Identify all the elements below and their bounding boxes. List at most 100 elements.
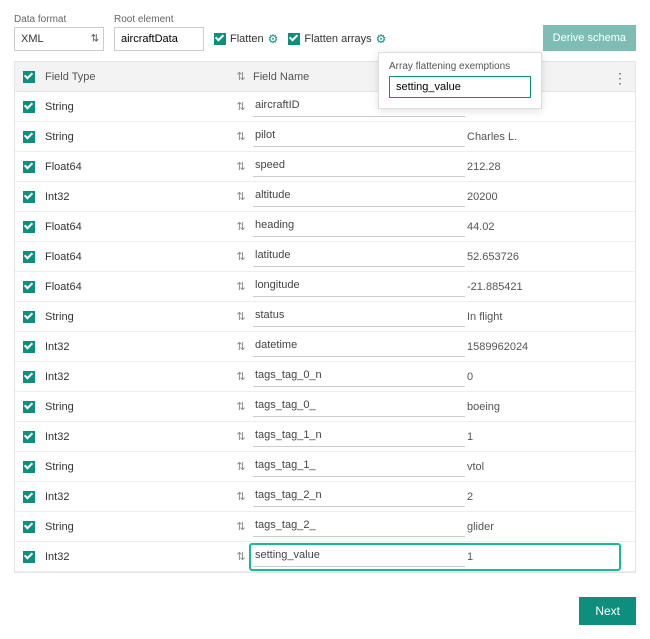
- row-field-name[interactable]: tags_tag_2_: [253, 517, 465, 537]
- row-field-name[interactable]: speed: [253, 157, 465, 177]
- flatten-arrays-label: Flatten arrays: [304, 33, 371, 45]
- row-field-name[interactable]: datetime: [253, 337, 465, 357]
- root-element-label: Root element: [114, 14, 204, 25]
- kebab-menu-icon[interactable]: ⋮: [613, 70, 627, 87]
- sort-handle-icon[interactable]: ⇅: [235, 400, 247, 413]
- select-all-checkbox[interactable]: [23, 71, 35, 83]
- sort-handle-icon[interactable]: ⇅: [235, 520, 247, 533]
- row-field-name[interactable]: altitude: [253, 187, 465, 207]
- sort-handle-icon[interactable]: ⇅: [235, 430, 247, 443]
- table-row: Float64⇅ latitude52.653726: [15, 242, 635, 272]
- row-value: 2: [465, 491, 473, 503]
- row-checkbox[interactable]: [23, 101, 35, 113]
- sort-handle-icon[interactable]: ⇅: [235, 130, 247, 143]
- sort-handle-icon[interactable]: ⇅: [235, 370, 247, 383]
- row-value: 44.02: [465, 221, 495, 233]
- root-element-input[interactable]: [114, 27, 204, 51]
- row-checkbox[interactable]: [23, 491, 35, 503]
- row-field-type[interactable]: Int32: [45, 341, 235, 353]
- row-field-name[interactable]: latitude: [253, 247, 465, 267]
- data-format-label: Data format: [14, 14, 104, 25]
- row-checkbox[interactable]: [23, 311, 35, 323]
- row-field-type[interactable]: Int32: [45, 551, 235, 563]
- table-row: String⇅aircraftID: [15, 92, 635, 122]
- row-checkbox[interactable]: [23, 251, 35, 263]
- next-button[interactable]: Next: [579, 597, 636, 625]
- row-checkbox[interactable]: [23, 341, 35, 353]
- row-field-type[interactable]: Float64: [45, 161, 235, 173]
- data-format-select[interactable]: XML ⇅: [14, 27, 104, 51]
- flatten-arrays-checkbox[interactable]: [288, 33, 300, 45]
- row-field-type[interactable]: Float64: [45, 281, 235, 293]
- row-field-type[interactable]: Float64: [45, 251, 235, 263]
- header-field-name[interactable]: Field Name: [253, 71, 309, 83]
- row-field-type[interactable]: String: [45, 101, 235, 113]
- chevron-updown-icon: ⇅: [91, 34, 99, 45]
- sort-handle-icon[interactable]: ⇅: [235, 190, 247, 203]
- sort-handle-icon[interactable]: ⇅: [235, 340, 247, 353]
- row-checkbox[interactable]: [23, 191, 35, 203]
- row-field-name[interactable]: status: [253, 307, 465, 327]
- row-field-type[interactable]: String: [45, 521, 235, 533]
- row-value: 1: [465, 551, 473, 563]
- row-field-type[interactable]: String: [45, 311, 235, 323]
- schema-table: Field Type ⇅ Field Name ⋮ String⇅aircraft…: [14, 61, 636, 573]
- row-checkbox[interactable]: [23, 551, 35, 563]
- row-checkbox[interactable]: [23, 131, 35, 143]
- sort-handle-icon[interactable]: ⇅: [235, 70, 247, 83]
- table-row: String⇅pilotCharles L.: [15, 122, 635, 152]
- row-value: boeing: [465, 401, 500, 413]
- header-field-type[interactable]: Field Type: [45, 71, 235, 83]
- table-row: Float64⇅longitude-21.885421: [15, 272, 635, 302]
- row-field-type[interactable]: Int32: [45, 431, 235, 443]
- row-field-type[interactable]: Int32: [45, 491, 235, 503]
- table-row: Int32⇅ setting_value1: [15, 542, 635, 572]
- exemptions-input[interactable]: [389, 76, 531, 98]
- sort-handle-icon[interactable]: ⇅: [235, 100, 247, 113]
- row-checkbox[interactable]: [23, 281, 35, 293]
- row-field-type[interactable]: Int32: [45, 371, 235, 383]
- row-value: 52.653726: [465, 251, 519, 263]
- row-field-type[interactable]: Int32: [45, 191, 235, 203]
- row-field-name[interactable]: tags_tag_2_n: [253, 487, 465, 507]
- gear-icon[interactable]: ⚙: [376, 32, 387, 46]
- sort-handle-icon[interactable]: ⇅: [235, 310, 247, 323]
- row-field-type[interactable]: String: [45, 131, 235, 143]
- row-field-name[interactable]: pilot: [253, 127, 465, 147]
- row-field-name[interactable]: setting_value: [253, 547, 465, 567]
- row-value: In flight: [465, 311, 502, 323]
- sort-handle-icon[interactable]: ⇅: [235, 550, 247, 563]
- sort-handle-icon[interactable]: ⇅: [235, 220, 247, 233]
- sort-handle-icon[interactable]: ⇅: [235, 160, 247, 173]
- row-checkbox[interactable]: [23, 371, 35, 383]
- row-value: 0: [465, 371, 473, 383]
- table-row: Float64⇅ heading44.02: [15, 212, 635, 242]
- flatten-checkbox[interactable]: [214, 33, 226, 45]
- row-checkbox[interactable]: [23, 431, 35, 443]
- row-field-type[interactable]: String: [45, 461, 235, 473]
- row-checkbox[interactable]: [23, 401, 35, 413]
- table-row: String⇅tags_tag_2_glider: [15, 512, 635, 542]
- sort-handle-icon[interactable]: ⇅: [235, 250, 247, 263]
- row-field-type[interactable]: Float64: [45, 221, 235, 233]
- gear-icon[interactable]: ⚙: [268, 32, 279, 46]
- row-checkbox[interactable]: [23, 521, 35, 533]
- sort-handle-icon[interactable]: ⇅: [235, 460, 247, 473]
- sort-handle-icon[interactable]: ⇅: [235, 280, 247, 293]
- row-checkbox[interactable]: [23, 461, 35, 473]
- row-checkbox[interactable]: [23, 161, 35, 173]
- row-checkbox[interactable]: [23, 221, 35, 233]
- row-field-name[interactable]: tags_tag_1_: [253, 457, 465, 477]
- sort-handle-icon[interactable]: ⇅: [235, 490, 247, 503]
- row-field-name[interactable]: longitude: [253, 277, 465, 297]
- derive-schema-button[interactable]: Derive schema: [543, 25, 636, 51]
- table-row: String⇅ tags_tag_0_boeing: [15, 392, 635, 422]
- row-field-name[interactable]: tags_tag_1_n: [253, 427, 465, 447]
- table-row: Float64⇅speed212.28: [15, 152, 635, 182]
- row-value: 1589962024: [465, 341, 528, 353]
- exemptions-popover-title: Array flattening exemptions: [389, 61, 531, 72]
- row-field-name[interactable]: tags_tag_0_n: [253, 367, 465, 387]
- row-field-name[interactable]: heading: [253, 217, 465, 237]
- row-field-type[interactable]: String: [45, 401, 235, 413]
- row-field-name[interactable]: tags_tag_0_: [253, 397, 465, 417]
